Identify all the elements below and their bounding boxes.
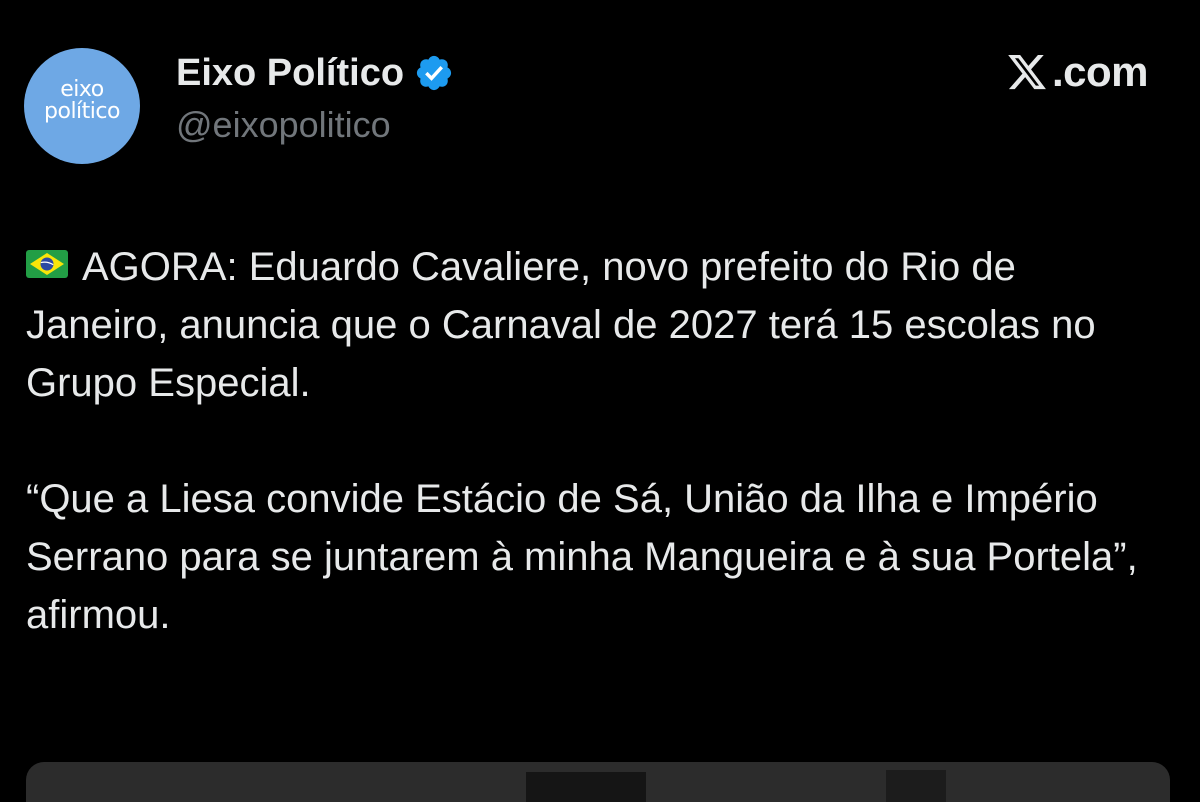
brand-text: .com [1051, 48, 1149, 95]
author-handle[interactable]: @eixopolitico [176, 104, 391, 146]
avatar[interactable]: eixo político [24, 48, 140, 164]
avatar-text-line2: político [44, 99, 120, 124]
x-logo-icon [1008, 54, 1046, 90]
brand-mark: .com [1006, 48, 1149, 96]
media-detail [886, 770, 946, 802]
attached-media[interactable] [26, 762, 1170, 802]
post-card: eixo político Eixo Político @eixopolitic… [0, 0, 1200, 802]
media-detail [526, 772, 646, 802]
post-paragraph-1: AGORA: Eduardo Cavaliere, novo prefeito … [26, 238, 1166, 412]
brazil-flag-icon [26, 250, 68, 278]
post-paragraph-1-text: AGORA: Eduardo Cavaliere, novo prefeito … [26, 245, 1096, 405]
verified-badge-icon [416, 55, 452, 91]
author-name-row: Eixo Político [176, 50, 454, 96]
post-paragraph-2: “Que a Liesa convide Estácio de Sá, Uniã… [26, 477, 1138, 637]
avatar-text-line1: eixo [60, 77, 104, 102]
display-name[interactable]: Eixo Político [176, 52, 404, 95]
post-text: AGORA: Eduardo Cavaliere, novo prefeito … [26, 238, 1166, 644]
